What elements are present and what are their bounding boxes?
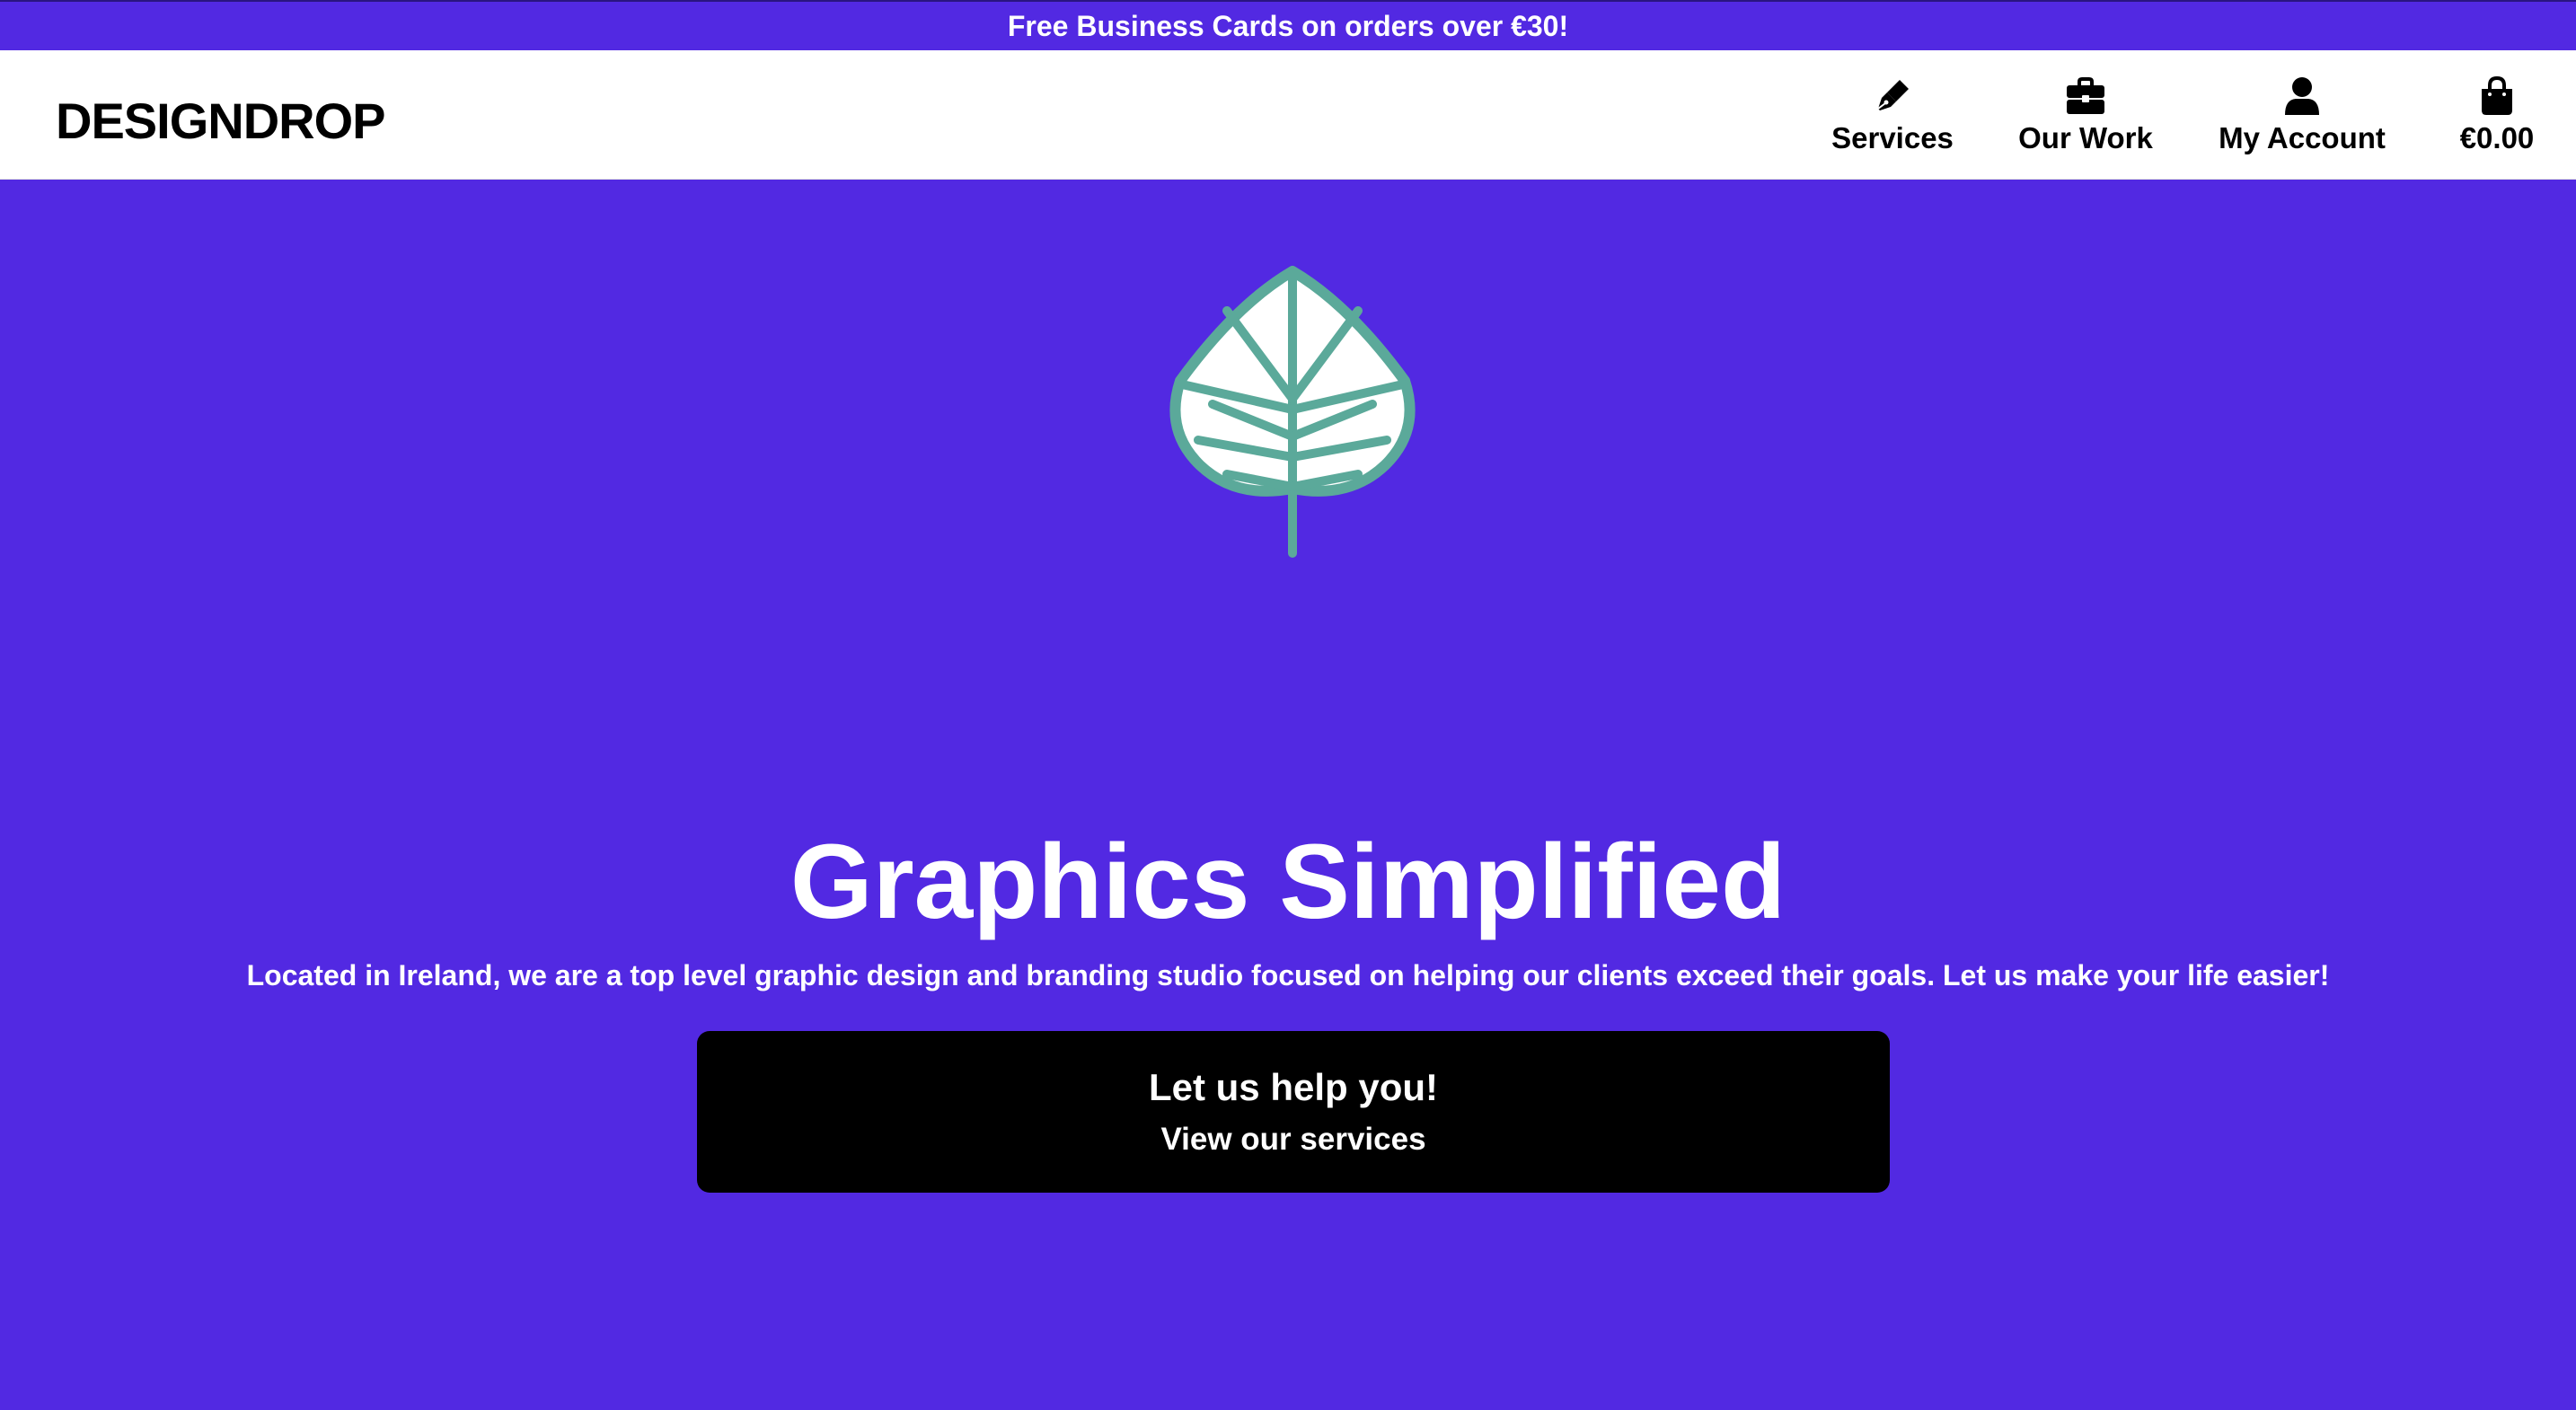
site-header: DESIGNDROP Services Our Work My Account … <box>0 50 2576 180</box>
nav-our-work-label: Our Work <box>2018 121 2153 154</box>
nav-shopping-bag[interactable]: €0.00 <box>2452 50 2542 180</box>
nav-our-work[interactable]: Our Work <box>2018 50 2153 180</box>
cta-subtext: View our services <box>1160 1122 1426 1157</box>
cart-total: €0.00 <box>2459 121 2535 154</box>
nav-services-label: Services <box>1831 121 1954 154</box>
hero-title: Graphics Simplified <box>790 823 1786 941</box>
promo-text: Free Business Cards on orders over €30! <box>1007 9 1569 42</box>
pen-nib-icon <box>1871 75 1914 118</box>
leaf-icon <box>1164 264 1421 560</box>
shopping-bag-icon <box>2475 75 2519 118</box>
nav-my-account-label: My Account <box>2219 121 2386 154</box>
promo-banner: Free Business Cards on orders over €30! <box>0 0 2576 50</box>
nav-my-account[interactable]: My Account <box>2219 50 2386 180</box>
site-logo[interactable]: DESIGNDROP <box>56 92 385 150</box>
user-icon <box>2280 75 2324 118</box>
briefcase-icon <box>2064 75 2107 118</box>
nav-services[interactable]: Services <box>1831 50 1954 180</box>
view-services-button[interactable]: Let us help you! View our services <box>697 1031 1890 1193</box>
cta-heading: Let us help you! <box>1148 1066 1438 1108</box>
hero-subtitle: Located in Ireland, we are a top level g… <box>246 959 2330 991</box>
